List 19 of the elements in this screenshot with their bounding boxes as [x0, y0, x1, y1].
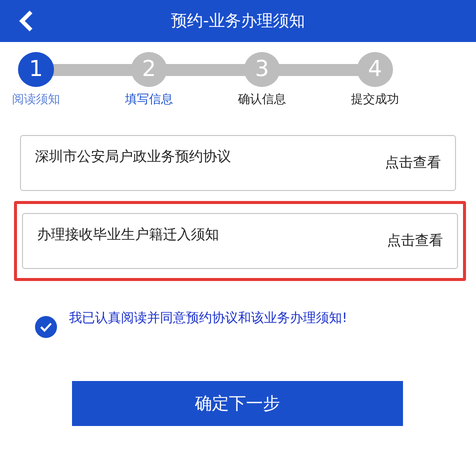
agree-checkbox[interactable]	[35, 316, 57, 338]
step-label: 确认信息	[238, 91, 286, 108]
view-link[interactable]: 点击查看	[387, 232, 443, 268]
step-number: 2	[131, 52, 167, 87]
document-card[interactable]: 办理接收毕业生户籍迁入须知 点击查看	[22, 213, 458, 269]
step-number: 1	[18, 52, 54, 87]
step-label: 提交成功	[351, 91, 399, 108]
document-title: 办理接收毕业生户籍迁入须知	[37, 226, 219, 245]
document-card[interactable]: 深圳市公安局户政业务预约协议 点击查看	[20, 135, 456, 191]
next-step-button[interactable]: 确定下一步	[72, 381, 403, 426]
document-title: 深圳市公安局户政业务预约协议	[35, 148, 231, 167]
page-title: 预约-业务办理须知	[171, 10, 305, 32]
view-link[interactable]: 点击查看	[385, 154, 441, 190]
step-label: 阅读须知	[12, 91, 60, 108]
step-number: 4	[357, 52, 393, 87]
agreement-text: 我已认真阅读并同意预约协议和该业务办理须知!	[69, 310, 348, 327]
step-number: 3	[244, 52, 280, 87]
check-icon	[40, 322, 52, 332]
step-label: 填写信息	[125, 91, 173, 108]
